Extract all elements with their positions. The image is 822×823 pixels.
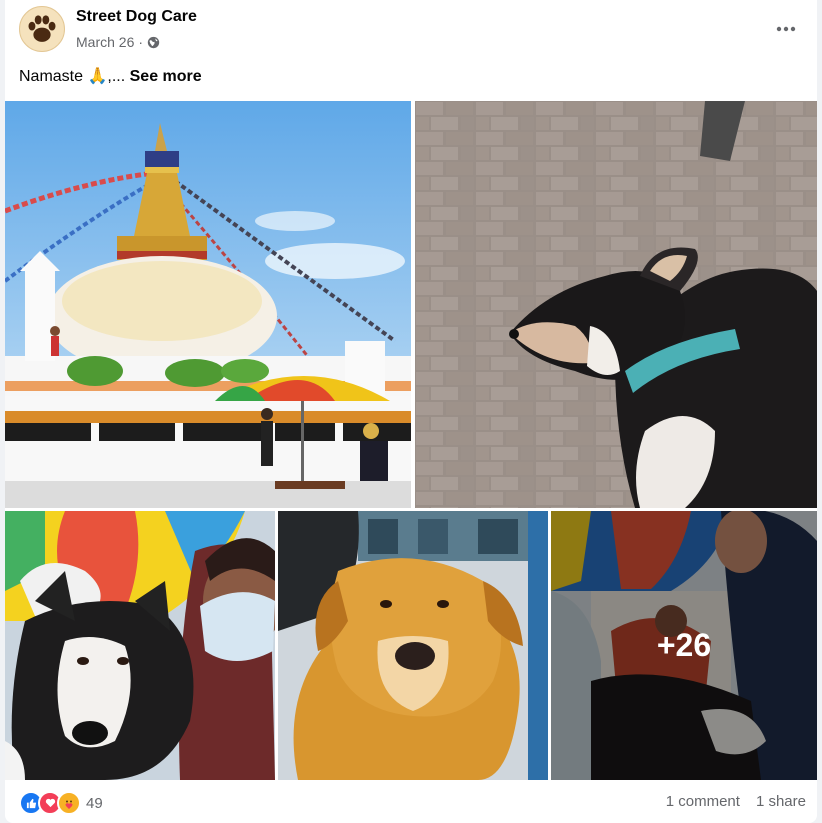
- page-avatar[interactable]: [19, 6, 65, 52]
- care-icon: [57, 791, 81, 815]
- post-date[interactable]: March 26: [76, 34, 134, 50]
- shares-link[interactable]: 1 share: [756, 793, 806, 810]
- photo-sleeping-dog[interactable]: [415, 101, 817, 508]
- photo-golden-dog-image: [278, 511, 548, 780]
- photo-stupa[interactable]: [5, 101, 411, 508]
- reaction-count: 49: [86, 794, 103, 812]
- comments-link[interactable]: 1 comment: [666, 793, 740, 810]
- globe-icon: [147, 36, 160, 48]
- reactions-summary[interactable]: 49: [19, 791, 103, 815]
- page-name[interactable]: Street Dog Care: [76, 8, 197, 26]
- paw-icon: [28, 15, 56, 42]
- photo-golden-dog[interactable]: [278, 511, 548, 780]
- more-options-icon: [776, 26, 796, 32]
- more-photos-count: +26: [656, 627, 712, 663]
- more-photos-overlay[interactable]: +26: [551, 511, 817, 780]
- photo-more[interactable]: +26: [551, 511, 817, 780]
- see-more-link[interactable]: See more: [130, 68, 202, 85]
- post-card: Street Dog Care March 26 · Namaste 🙏,...…: [5, 0, 817, 823]
- post-caption: Namaste 🙏,... See more: [19, 66, 202, 86]
- photo-husky-volunteer-image: [5, 511, 275, 780]
- more-options-button[interactable]: [769, 12, 803, 46]
- photo-husky-volunteer[interactable]: [5, 511, 275, 780]
- post-meta: March 26 ·: [76, 34, 160, 50]
- post-footer: 49 1 comment 1 share: [5, 780, 817, 823]
- photo-sleeping-dog-image: [415, 101, 817, 508]
- meta-separator: ·: [138, 34, 144, 50]
- engagement-stats: 1 comment 1 share: [666, 793, 806, 810]
- post-header: Street Dog Care March 26 ·: [5, 0, 817, 60]
- caption-text: Namaste 🙏,...: [19, 68, 126, 85]
- photo-stupa-image: [5, 101, 411, 508]
